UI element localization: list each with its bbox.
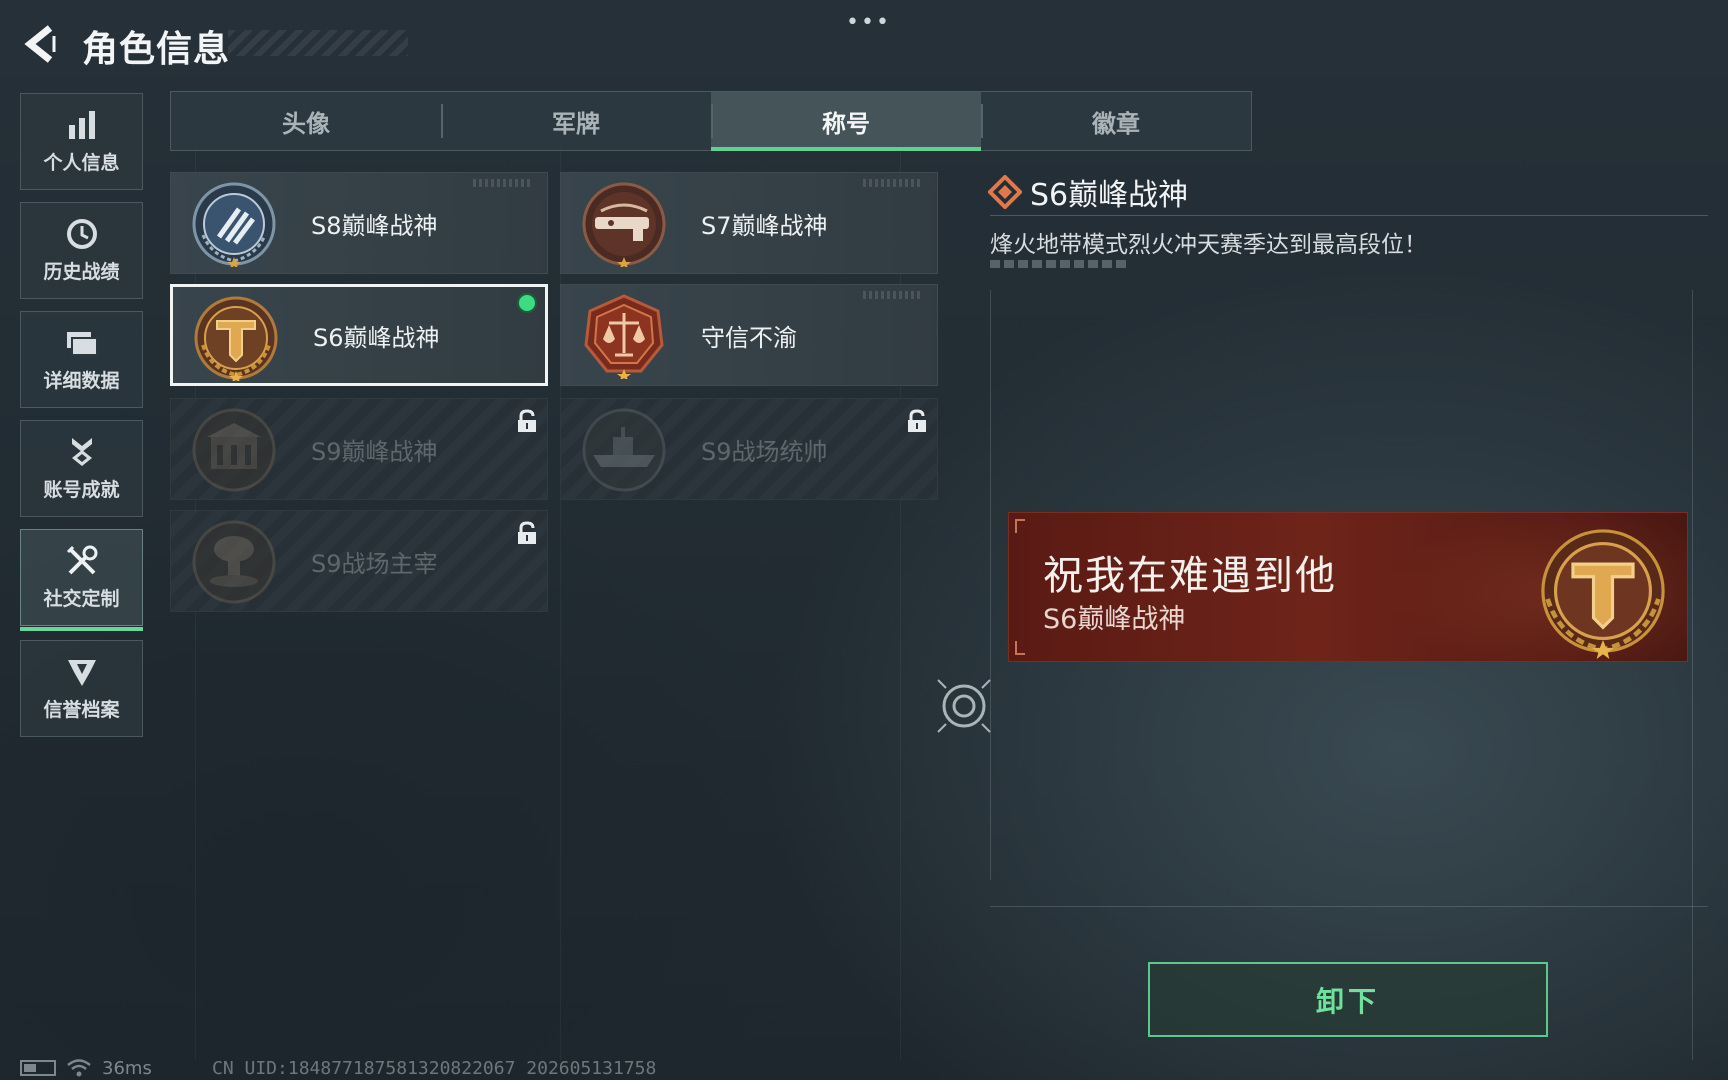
banner-title: S6巅峰战神 xyxy=(1043,604,1186,635)
title-decoration xyxy=(228,30,408,56)
banner-corner xyxy=(1015,641,1025,655)
frame-line xyxy=(990,290,991,880)
title-name: 守信不渝 xyxy=(701,323,797,352)
page-title: 角色信息 xyxy=(82,29,231,70)
s9-ship-emblem-icon xyxy=(581,407,667,493)
back-arrow-icon xyxy=(24,25,56,63)
scales-emblem-icon xyxy=(581,293,667,381)
title-name: S9战场统帅 xyxy=(701,437,828,466)
grid-line xyxy=(560,140,561,1060)
title-card-s9-peak[interactable]: S9巅峰战神 xyxy=(170,398,548,500)
sidebar-item-social[interactable]: 社交定制 xyxy=(20,529,143,631)
tab-title[interactable]: 称号 xyxy=(711,92,981,151)
lock-icon xyxy=(517,409,537,433)
sidebar-item-label: 个人信息 xyxy=(43,152,120,174)
card-decoration xyxy=(473,179,533,187)
sidebar-item-label: 信誉档案 xyxy=(43,699,120,721)
lock-icon xyxy=(517,521,537,545)
detail-description: 烽火地带模式烈火冲天赛季达到最高段位！ xyxy=(990,232,1427,258)
ping-value: 36ms xyxy=(102,1057,152,1079)
shield-icon xyxy=(65,655,99,689)
folder-icon xyxy=(65,326,99,360)
battery-icon xyxy=(20,1060,56,1076)
sidebar-item-reputation[interactable]: 信誉档案 xyxy=(20,640,143,737)
title-card-s9-dominator[interactable]: S9战场主宰 xyxy=(170,510,548,612)
tools-icon xyxy=(65,544,99,578)
grid-line xyxy=(900,140,901,1060)
card-decoration xyxy=(863,179,923,187)
status-bar: 36ms xyxy=(20,1056,152,1080)
title-name: S9巅峰战神 xyxy=(311,437,438,466)
frame-line xyxy=(1692,290,1693,1060)
title-preview-banner: 祝我在难遇到他 S6巅峰战神 xyxy=(1008,512,1688,662)
title-name: S9战场主宰 xyxy=(311,549,438,578)
lock-icon xyxy=(907,409,927,433)
title-name: S6巅峰战神 xyxy=(313,323,440,352)
banner-player-name: 祝我在难遇到他 xyxy=(1043,553,1337,599)
sidebar-item-label: 历史战绩 xyxy=(43,261,120,283)
sidebar-item-label: 账号成就 xyxy=(43,479,120,501)
unequip-button[interactable]: 卸下 xyxy=(1148,962,1548,1037)
s7-emblem-icon xyxy=(581,181,667,269)
title-card-s6[interactable]: S6巅峰战神 xyxy=(170,284,548,386)
more-dots[interactable]: ••• xyxy=(846,10,891,35)
medal-icon xyxy=(65,435,99,469)
title-card-s9-commander[interactable]: S9战场统帅 xyxy=(560,398,938,500)
s9-explosion-emblem-icon xyxy=(191,519,277,605)
s9-building-emblem-icon xyxy=(191,407,277,493)
wifi-icon xyxy=(67,1059,91,1077)
clock-icon xyxy=(65,217,99,251)
s6-emblem-large-icon xyxy=(1533,523,1673,659)
unequip-button-label: 卸下 xyxy=(1315,984,1380,1018)
tab-dogtag[interactable]: 军牌 xyxy=(441,92,711,150)
frame-line xyxy=(990,906,1708,907)
bar-chart-icon xyxy=(65,108,99,142)
sidebar-item-label: 详细数据 xyxy=(43,370,120,392)
back-button[interactable] xyxy=(20,22,64,66)
sidebar-item-profile[interactable]: 个人信息 xyxy=(20,93,143,190)
category-tabs: 头像 军牌 称号 徽章 xyxy=(170,91,1252,151)
divider xyxy=(990,215,1708,216)
title-diamond-icon xyxy=(987,174,1023,210)
sidebar-item-history[interactable]: 历史战绩 xyxy=(20,202,143,299)
crosshair-icon xyxy=(936,678,992,734)
title-name: S8巅峰战神 xyxy=(311,211,438,240)
card-decoration xyxy=(863,291,923,299)
user-uid: CN UID:184877187581320822067 20260513175… xyxy=(212,1058,657,1079)
detail-title: S6巅峰战神 xyxy=(1030,178,1189,213)
sidebar-item-achievements[interactable]: 账号成就 xyxy=(20,420,143,517)
banner-corner xyxy=(1015,519,1025,533)
sidebar-item-label: 社交定制 xyxy=(43,588,120,610)
title-card-s8[interactable]: S8巅峰战神 xyxy=(170,172,548,274)
title-name: S7巅峰战神 xyxy=(701,211,828,240)
s6-emblem-icon xyxy=(193,295,279,383)
title-card-trust[interactable]: 守信不渝 xyxy=(560,284,938,386)
s8-emblem-icon xyxy=(191,181,277,269)
equipped-indicator xyxy=(517,293,537,313)
detail-decoration xyxy=(990,260,1126,268)
sidebar-item-details[interactable]: 详细数据 xyxy=(20,311,143,408)
title-card-s7[interactable]: S7巅峰战神 xyxy=(560,172,938,274)
tab-avatar[interactable]: 头像 xyxy=(171,92,441,150)
tab-badge[interactable]: 徽章 xyxy=(981,92,1251,150)
